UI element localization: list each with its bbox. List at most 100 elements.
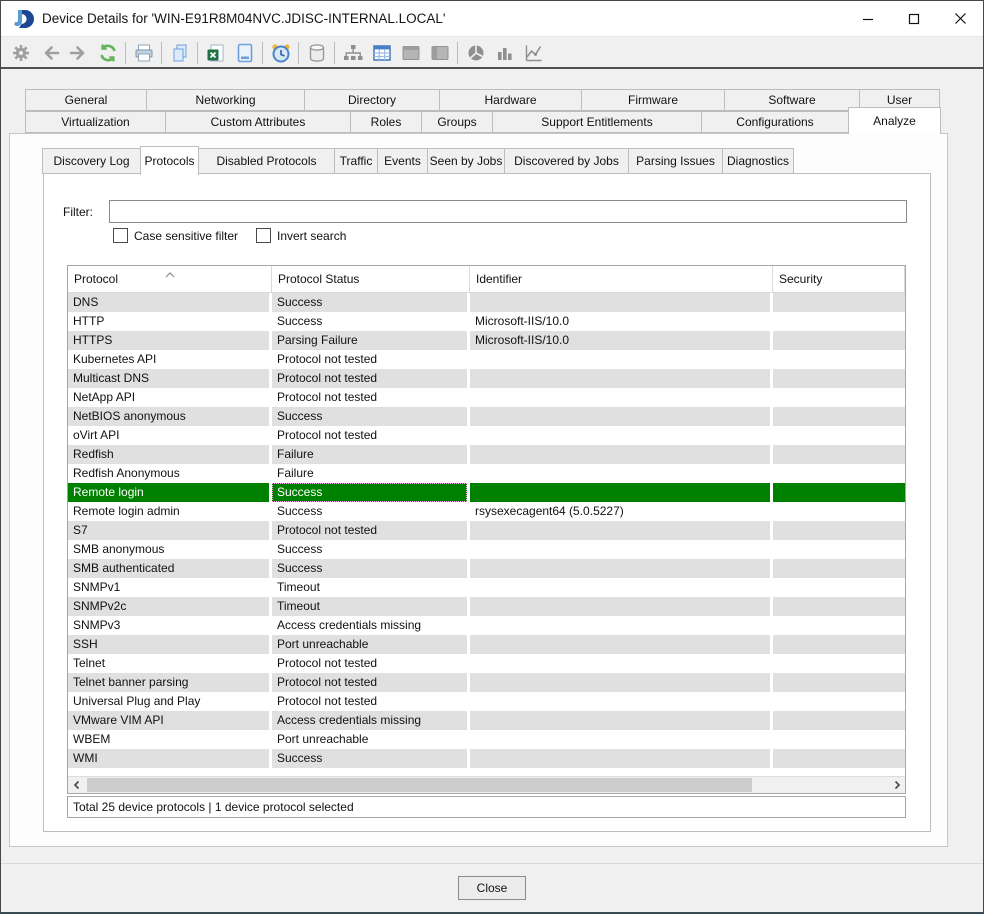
- close-window-button[interactable]: [937, 1, 983, 36]
- identifier-cell: [470, 597, 770, 616]
- tab-hardware[interactable]: Hardware: [439, 89, 582, 111]
- identifier-cell: [470, 426, 770, 445]
- bar-chart-icon[interactable]: [490, 40, 519, 66]
- subtab-disabled-protocols[interactable]: Disabled Protocols: [198, 148, 335, 174]
- security-cell: [773, 293, 905, 312]
- tab-general[interactable]: General: [25, 89, 147, 111]
- subtab-diagnostics[interactable]: Diagnostics: [722, 148, 794, 174]
- status-cell: Success: [272, 483, 467, 502]
- pie-chart-icon[interactable]: [461, 40, 490, 66]
- table-row[interactable]: SMB authenticatedSuccess: [68, 559, 905, 578]
- table-row[interactable]: HTTPSuccessMicrosoft-IIS/10.0: [68, 312, 905, 331]
- table-row[interactable]: NetBIOS anonymousSuccess: [68, 407, 905, 426]
- protocol-cell: Telnet: [68, 654, 269, 673]
- maximize-button[interactable]: [891, 1, 937, 36]
- scroll-right-button[interactable]: [888, 777, 905, 793]
- table-row[interactable]: Kubernetes APIProtocol not tested: [68, 350, 905, 369]
- forward-icon[interactable]: [64, 40, 93, 66]
- tab-label: Groups: [437, 115, 476, 129]
- case-sensitive-checkbox[interactable]: [113, 228, 128, 243]
- table-row[interactable]: S7Protocol not tested: [68, 521, 905, 540]
- status-cell: Protocol not tested: [272, 692, 467, 711]
- topology-icon[interactable]: [338, 40, 367, 66]
- table-row[interactable]: SSHPort unreachable: [68, 635, 905, 654]
- security-cell: [773, 540, 905, 559]
- copy-icon[interactable]: [165, 40, 194, 66]
- settings-icon[interactable]: [6, 40, 35, 66]
- filter-input[interactable]: [109, 200, 907, 223]
- status-cell: Protocol not tested: [272, 388, 467, 407]
- protocol-cell: SNMPv3: [68, 616, 269, 635]
- subtab-seen-by-jobs[interactable]: Seen by Jobs: [427, 148, 505, 174]
- subtab-discovery-log[interactable]: Discovery Log: [42, 148, 141, 174]
- tab-roles[interactable]: Roles: [350, 111, 422, 133]
- protocol-cell: Remote login: [68, 483, 269, 502]
- table-row[interactable]: Redfish AnonymousFailure: [68, 464, 905, 483]
- panel-right-icon[interactable]: [425, 40, 454, 66]
- subtab-events[interactable]: Events: [377, 148, 428, 174]
- tab-custom-attributes[interactable]: Custom Attributes: [165, 111, 351, 133]
- table-row[interactable]: SNMPv3Access credentials missing: [68, 616, 905, 635]
- tab-label: Seen by Jobs: [430, 154, 503, 168]
- subtab-traffic[interactable]: Traffic: [334, 148, 378, 174]
- horizontal-scrollbar[interactable]: [68, 776, 905, 793]
- table-row[interactable]: SNMPv1Timeout: [68, 578, 905, 597]
- security-cell: [773, 749, 905, 768]
- tab-groups[interactable]: Groups: [421, 111, 493, 133]
- protocol-cell: Universal Plug and Play: [68, 692, 269, 711]
- toolbar-separator: [262, 42, 263, 64]
- tab-networking[interactable]: Networking: [146, 89, 305, 111]
- table-row[interactable]: TelnetProtocol not tested: [68, 654, 905, 673]
- identifier-cell: [470, 578, 770, 597]
- table-row[interactable]: WMISuccess: [68, 749, 905, 768]
- refresh-icon[interactable]: [93, 40, 122, 66]
- table-row[interactable]: RedfishFailure: [68, 445, 905, 464]
- subtab-discovered-by-jobs[interactable]: Discovered by Jobs: [504, 148, 629, 174]
- scroll-left-button[interactable]: [68, 777, 85, 793]
- tab-firmware[interactable]: Firmware: [581, 89, 725, 111]
- subtab-parsing-issues[interactable]: Parsing Issues: [628, 148, 723, 174]
- status-cell: Timeout: [272, 578, 467, 597]
- column-header-security[interactable]: Security: [773, 266, 905, 292]
- column-header-protocol-status[interactable]: Protocol Status: [272, 266, 470, 292]
- subtab-protocols[interactable]: Protocols: [140, 146, 199, 175]
- close-button[interactable]: Close: [458, 876, 526, 900]
- table-row[interactable]: NetApp APIProtocol not tested: [68, 388, 905, 407]
- table-row[interactable]: Telnet banner parsingProtocol not tested: [68, 673, 905, 692]
- tab-virtualization[interactable]: Virtualization: [25, 111, 166, 133]
- scheduler-icon[interactable]: [266, 40, 295, 66]
- minimize-button[interactable]: [845, 1, 891, 36]
- column-header-identifier[interactable]: Identifier: [470, 266, 773, 292]
- table-row[interactable]: Universal Plug and PlayProtocol not test…: [68, 692, 905, 711]
- tab-software[interactable]: Software: [724, 89, 860, 111]
- tab-label: Software: [768, 93, 815, 107]
- table-row[interactable]: Remote login adminSuccessrsysexecagent64…: [68, 502, 905, 521]
- status-cell: Parsing Failure: [272, 331, 467, 350]
- tab-configurations[interactable]: Configurations: [701, 111, 849, 133]
- titlebar: Device Details for 'WIN-E91R8M04NVC.JDIS…: [1, 1, 983, 37]
- tab-analyze[interactable]: Analyze: [848, 107, 941, 134]
- tab-label: Analyze: [873, 114, 916, 128]
- table-row[interactable]: DNSSuccess: [68, 293, 905, 312]
- table-row[interactable]: HTTPSParsing FailureMicrosoft-IIS/10.0: [68, 331, 905, 350]
- table-view-icon[interactable]: [367, 40, 396, 66]
- column-header-protocol[interactable]: Protocol: [68, 266, 272, 292]
- table-row[interactable]: SMB anonymousSuccess: [68, 540, 905, 559]
- database-icon[interactable]: [302, 40, 331, 66]
- line-chart-icon[interactable]: [519, 40, 548, 66]
- export-excel-icon[interactable]: [201, 40, 230, 66]
- tab-directory[interactable]: Directory: [304, 89, 440, 111]
- report-document-icon[interactable]: [230, 40, 259, 66]
- panel-left-icon[interactable]: [396, 40, 425, 66]
- table-row[interactable]: VMware VIM APIAccess credentials missing: [68, 711, 905, 730]
- back-icon[interactable]: [35, 40, 64, 66]
- table-row[interactable]: Multicast DNSProtocol not tested: [68, 369, 905, 388]
- table-row[interactable]: Remote loginSuccess: [68, 483, 905, 502]
- scrollbar-thumb[interactable]: [87, 778, 752, 792]
- tab-support-entitlements[interactable]: Support Entitlements: [492, 111, 702, 133]
- table-row[interactable]: oVirt APIProtocol not tested: [68, 426, 905, 445]
- table-row[interactable]: SNMPv2cTimeout: [68, 597, 905, 616]
- invert-search-checkbox[interactable]: [256, 228, 271, 243]
- table-row[interactable]: WBEMPort unreachable: [68, 730, 905, 749]
- print-icon[interactable]: [129, 40, 158, 66]
